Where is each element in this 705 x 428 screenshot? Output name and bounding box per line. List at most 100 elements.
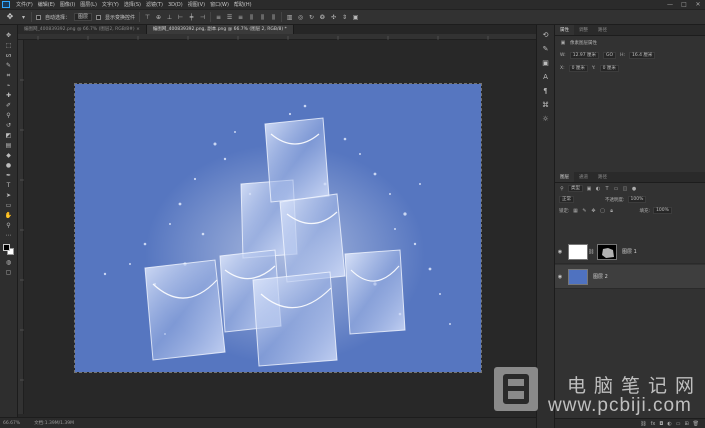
properties-icon[interactable]: ▣ [541,59,551,68]
menu-help[interactable]: 帮助(H) [234,1,252,8]
tab-layers[interactable]: 图层 [555,172,574,182]
menu-layer[interactable]: 图层(L) [80,1,97,8]
path-select-tool-icon[interactable]: ➤ [3,191,15,200]
link-chain-icon[interactable]: ⛓ [588,249,594,255]
eraser-tool-icon[interactable]: ◩ [3,131,15,140]
tab-paths[interactable]: 路径 [593,25,612,35]
lock-pixels-icon[interactable]: ▦ [573,208,579,214]
healing-brush-tool-icon[interactable]: ✚ [3,91,15,100]
horizontal-ruler[interactable] [18,34,536,40]
libraries-icon[interactable]: ⌘ [541,101,551,110]
menu-view[interactable]: 视图(V) [188,1,205,8]
clone-stamp-tool-icon[interactable]: ⚲ [3,111,15,120]
pen-tool-icon[interactable]: ✒ [3,171,15,180]
3d-roll-icon[interactable]: ❂ [319,14,326,21]
auto-select-dropdown[interactable]: 图层 [74,13,93,21]
menu-file[interactable]: 文件(F) [16,1,33,8]
align-top-icon[interactable]: ⊤ [144,14,151,21]
color-swatches[interactable] [2,243,16,257]
paragraph-icon[interactable]: ¶ [541,87,551,96]
menu-select[interactable]: 选择(S) [124,1,141,8]
x-field[interactable]: 0 厘米 [568,65,588,72]
menu-image[interactable]: 图像(I) [60,1,75,8]
minimize-button[interactable]: — [663,0,677,9]
layer-kind-filter[interactable]: 类型 [568,185,583,192]
filter-smart-icon[interactable]: ◫ [622,186,628,192]
move-tool-icon[interactable]: ✥ [4,12,16,22]
tab-document-1[interactable]: 编图网_400839392.png @ 66.7% (图层2, RGB/8#) … [18,25,147,34]
link-button[interactable]: GO [603,52,617,59]
layer-name[interactable]: 图层 1 [622,248,637,255]
more-tools-icon[interactable]: ⋯ [3,231,15,240]
menu-filter[interactable]: 滤镜(T) [146,1,163,8]
height-field[interactable]: 16.4 厘米 [628,52,656,59]
distribute-top-icon[interactable]: ≡ [215,14,222,21]
dropdown-arrow-icon[interactable]: ▾ [20,14,27,21]
eye-icon[interactable]: ◉ [555,274,565,280]
vertical-ruler[interactable] [18,40,24,414]
marquee-tool-icon[interactable]: ⬚ [3,41,15,50]
filter-pixel-icon[interactable]: ▣ [586,186,592,192]
zoom-level[interactable]: 66.67% [3,421,20,426]
fill-field[interactable]: 100% [653,207,672,214]
close-button[interactable]: ✕ [691,0,705,9]
document-canvas[interactable] [74,83,482,373]
move-tool-icon[interactable]: ✥ [3,31,15,40]
filter-shape-icon[interactable]: ▭ [613,186,619,192]
foreground-color[interactable] [2,244,10,251]
align-hcenter-icon[interactable]: ╪ [188,14,195,21]
3d-rotate-icon[interactable]: ↻ [308,14,315,21]
layer-row-1[interactable]: ◉ ⛓ 图层 1 [555,240,705,264]
document-info[interactable]: 文档:1.39M/1.39M [34,420,74,426]
tab-channels[interactable]: 通道 [574,172,593,182]
menu-type[interactable]: 文字(Y) [102,1,119,8]
quick-select-tool-icon[interactable]: ✎ [3,61,15,70]
filter-type-icon[interactable]: T [604,186,610,192]
lock-all-icon[interactable]: 🔒︎ [609,208,615,214]
history-icon[interactable]: ⟲ [541,31,551,40]
align-right-icon[interactable]: ⊣ [199,14,206,21]
lightbulb-icon[interactable]: ☼ [541,115,551,124]
type-tool-icon[interactable]: T [3,181,15,190]
layer-mask-thumbnail[interactable] [597,243,617,260]
character-icon[interactable]: A [541,73,551,82]
menu-window[interactable]: 窗口(W) [210,1,229,8]
tab-adjustments[interactable]: 调整 [574,25,593,35]
lock-paint-icon[interactable]: ✎ [582,208,588,214]
layer-name[interactable]: 图层 2 [593,273,608,280]
menu-edit[interactable]: 编辑(E) [38,1,55,8]
dodge-tool-icon[interactable]: ● [3,161,15,170]
gradient-tool-icon[interactable]: ▤ [3,141,15,150]
3d-scale-icon[interactable]: ▣ [352,14,359,21]
distribute-right-icon[interactable]: ⫼ [270,14,277,21]
tab-layer-paths[interactable]: 路径 [593,172,612,182]
lock-position-icon[interactable]: ✥ [591,208,597,214]
quick-mask-icon[interactable]: ◍ [3,258,15,267]
lasso-tool-icon[interactable]: ᔕ [3,51,15,60]
3d-slide-icon[interactable]: ⇕ [341,14,348,21]
crop-tool-icon[interactable]: ⌗ [3,71,15,80]
layer-row-2[interactable]: ◉ 图层 2 [555,265,705,289]
blur-tool-icon[interactable]: ◆ [3,151,15,160]
rectangle-tool-icon[interactable]: ▭ [3,201,15,210]
lock-artboard-icon[interactable]: ▢ [600,208,606,214]
eye-icon[interactable]: ◉ [555,249,565,255]
show-transform-checkbox[interactable] [96,14,102,20]
auto-select-checkbox[interactable] [36,14,41,20]
filter-adjust-icon[interactable]: ◐ [595,186,601,192]
eyedropper-tool-icon[interactable]: ⌁ [3,81,15,90]
history-brush-tool-icon[interactable]: ↺ [3,121,15,130]
menu-3d[interactable]: 3D(D) [168,2,183,8]
y-field[interactable]: 0 厘米 [599,65,619,72]
opacity-field[interactable]: 100% [627,196,647,203]
align-bottom-icon[interactable]: ⊥ [166,14,173,21]
maximize-button[interactable]: □ [677,0,691,9]
blend-mode-select[interactable]: 正常 [559,196,574,203]
align-vcenter-icon[interactable]: ⊕ [155,14,162,21]
distribute-bottom-icon[interactable]: ≡ [237,14,244,21]
tab-properties[interactable]: 属性 [555,25,574,35]
zoom-tool-icon[interactable]: ⚲ [3,221,15,230]
distribute-hcenter-icon[interactable]: ⫼ [259,14,266,21]
auto-align-icon[interactable]: ▥ [286,14,293,21]
3d-mode-icon[interactable]: ◎ [297,14,304,21]
